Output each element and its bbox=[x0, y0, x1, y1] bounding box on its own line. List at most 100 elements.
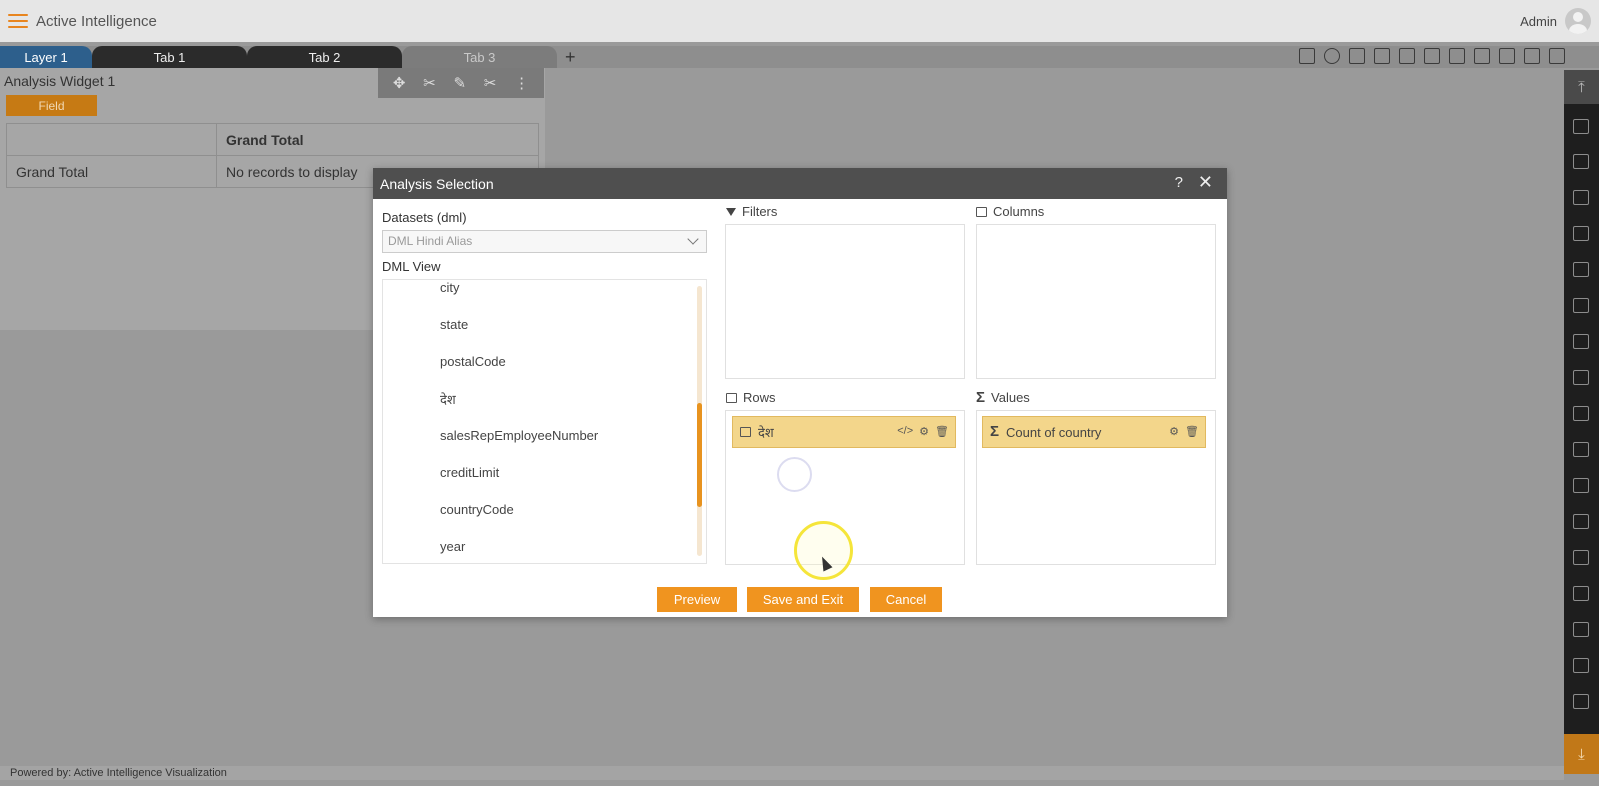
loading-spinner bbox=[777, 457, 812, 492]
analysis-selection-dialog: Analysis Selection ? ✕ Datasets (dml) DM… bbox=[373, 168, 1227, 617]
save-icon[interactable] bbox=[1299, 48, 1315, 64]
user-name[interactable]: Admin bbox=[1520, 14, 1557, 29]
row-label: Grand Total bbox=[6, 155, 217, 188]
more-icon[interactable]: ⋮ bbox=[514, 74, 529, 92]
columns-zone[interactable] bbox=[976, 224, 1216, 379]
list-item[interactable]: countryCode bbox=[440, 502, 514, 517]
tab-layer-1[interactable]: Layer 1 bbox=[0, 46, 92, 68]
save-and-exit-button[interactable]: Save and Exit bbox=[747, 587, 859, 612]
comment-icon[interactable] bbox=[1374, 48, 1390, 64]
row-field-label: देश bbox=[758, 425, 774, 440]
table-icon[interactable] bbox=[1474, 48, 1490, 64]
dataset-select-value: DML Hindi Alias bbox=[388, 234, 473, 248]
code-icon[interactable]: </> bbox=[897, 425, 913, 438]
clear-filter-icon[interactable] bbox=[1399, 48, 1415, 64]
bar-chart-icon[interactable] bbox=[1573, 406, 1589, 421]
document-icon[interactable] bbox=[1573, 226, 1589, 241]
edit-icon[interactable]: ✎ bbox=[453, 74, 466, 92]
map-icon[interactable] bbox=[1573, 190, 1589, 205]
list-item[interactable]: creditLimit bbox=[440, 465, 499, 480]
sigma-icon: Σ bbox=[976, 388, 986, 406]
scroll-bottom-icon[interactable]: ⤓ bbox=[1564, 734, 1599, 774]
move-icon[interactable]: ✥ bbox=[393, 74, 406, 92]
filters-label: Filters bbox=[742, 204, 778, 219]
filter-icon bbox=[726, 207, 736, 216]
list-item[interactable]: salesRepEmployeeNumber bbox=[440, 428, 598, 443]
layers-icon[interactable] bbox=[1573, 586, 1589, 601]
gear-icon[interactable]: ⚙ bbox=[1169, 425, 1179, 438]
embed-icon[interactable] bbox=[1499, 48, 1515, 64]
avatar-icon[interactable] bbox=[1565, 8, 1591, 34]
filters-header: Filters bbox=[726, 204, 777, 219]
alert-icon[interactable] bbox=[1573, 658, 1589, 673]
close-icon[interactable]: ✕ bbox=[1198, 172, 1213, 193]
list-item[interactable]: देश bbox=[440, 390, 456, 408]
image-icon[interactable] bbox=[1573, 334, 1589, 349]
tools-icon[interactable]: ✂ bbox=[423, 74, 436, 92]
table-corner-cell bbox=[6, 123, 217, 156]
column-header: Grand Total bbox=[216, 123, 539, 156]
add-tab-button[interactable]: + bbox=[565, 46, 576, 68]
copy-icon[interactable] bbox=[1573, 442, 1589, 457]
top-bar: Active Intelligence Admin bbox=[0, 0, 1599, 42]
grid-icon[interactable] bbox=[1573, 119, 1589, 134]
settings-icon[interactable]: ✂ bbox=[484, 74, 497, 92]
report-icon[interactable] bbox=[1573, 550, 1589, 565]
columns-label: Columns bbox=[993, 204, 1045, 219]
add-widget-icon[interactable] bbox=[1573, 622, 1589, 637]
dialog-header: Analysis Selection bbox=[373, 168, 1227, 199]
columns-icon bbox=[976, 206, 987, 217]
field-list[interactable]: city state postalCode देश salesRepEmploy… bbox=[382, 279, 707, 564]
row-field-chip[interactable]: देश </> ⚙ 🗑 bbox=[732, 416, 956, 448]
rows-header: Rows bbox=[726, 390, 776, 405]
file-icon[interactable] bbox=[1573, 262, 1589, 277]
tab-1[interactable]: Tab 1 bbox=[92, 46, 247, 68]
chip-tools: ⚙ 🗑 bbox=[1169, 425, 1199, 438]
dataset-select[interactable]: DML Hindi Alias bbox=[382, 230, 707, 253]
chart-icon[interactable] bbox=[1573, 154, 1589, 169]
mail-icon[interactable] bbox=[1349, 48, 1365, 64]
sigma-icon: Σ bbox=[990, 423, 1000, 440]
formula-icon[interactable] bbox=[1573, 514, 1589, 529]
scrollbar-thumb[interactable] bbox=[697, 403, 702, 507]
widget-toolbar: ✥ ✂ ✎ ✂ ⋮ bbox=[378, 68, 544, 98]
toolbar bbox=[1299, 48, 1565, 64]
help-icon[interactable]: ? bbox=[1175, 174, 1183, 191]
pivot-icon[interactable] bbox=[1573, 370, 1589, 385]
tools-icon[interactable] bbox=[1449, 48, 1465, 64]
preview-button[interactable]: Preview bbox=[657, 587, 737, 612]
widget-title: Analysis Widget 1 bbox=[4, 73, 116, 89]
chip-tools: </> ⚙ 🗑 bbox=[897, 425, 949, 438]
trash-icon[interactable]: 🗑 bbox=[1185, 425, 1199, 438]
tab-2[interactable]: Tab 2 bbox=[247, 46, 402, 68]
values-label: Values bbox=[991, 390, 1030, 405]
list-item[interactable]: postalCode bbox=[440, 354, 506, 369]
cloud-upload-icon[interactable] bbox=[1573, 694, 1589, 709]
rows-icon bbox=[726, 392, 737, 403]
tab-3[interactable]: Tab 3 bbox=[402, 46, 557, 68]
play-icon[interactable] bbox=[1549, 48, 1565, 64]
rows-label: Rows bbox=[743, 390, 776, 405]
code-icon[interactable] bbox=[1573, 298, 1589, 313]
cubes-icon[interactable] bbox=[1573, 478, 1589, 493]
trash-icon[interactable]: 🗑 bbox=[935, 425, 949, 438]
scroll-top-icon[interactable]: ⤒ bbox=[1564, 70, 1599, 104]
field-chip[interactable]: Field bbox=[6, 95, 97, 116]
hamburger-menu-icon[interactable] bbox=[6, 11, 30, 31]
dialog-title: Analysis Selection bbox=[380, 175, 494, 192]
list-item[interactable]: year bbox=[440, 539, 465, 554]
tab-bar: Layer 1 Tab 1 Tab 2 Tab 3 + bbox=[0, 46, 1599, 68]
devices-icon[interactable] bbox=[1524, 48, 1540, 64]
right-sidebar: ⤒ ⤓ bbox=[1564, 70, 1599, 774]
app-title: Active Intelligence bbox=[36, 12, 157, 30]
value-field-label: Count of country bbox=[1006, 424, 1102, 440]
list-item[interactable]: state bbox=[440, 317, 468, 332]
gear-icon[interactable]: ⚙ bbox=[919, 425, 929, 438]
cancel-button[interactable]: Cancel bbox=[870, 587, 942, 612]
filters-zone[interactable] bbox=[725, 224, 965, 379]
list-item[interactable]: city bbox=[440, 280, 460, 295]
user-area[interactable]: Admin bbox=[1520, 8, 1591, 34]
value-field-chip[interactable]: Σ Count of country ⚙ 🗑 bbox=[982, 416, 1206, 448]
filter-icon[interactable] bbox=[1424, 48, 1440, 64]
help-icon[interactable] bbox=[1324, 48, 1340, 64]
